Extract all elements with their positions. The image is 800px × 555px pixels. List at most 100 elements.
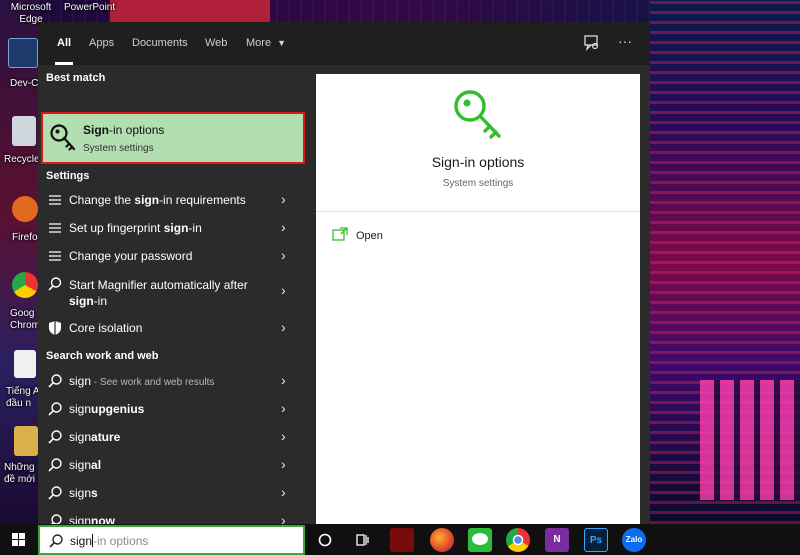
tab-all[interactable]: All (54, 22, 74, 65)
chevron-right-icon[interactable]: › (281, 428, 293, 444)
web-result-signature[interactable]: signature › (38, 423, 306, 451)
settings-item-pre: Change the (69, 193, 135, 207)
taskbar-search-box[interactable]: sign-in options (38, 525, 305, 555)
onenote-icon[interactable]: N (545, 528, 569, 552)
desktop-icon-chrome-label[interactable]: Goog Chrom (10, 308, 40, 332)
tab-web[interactable]: Web (205, 22, 227, 65)
search-icon (47, 373, 63, 389)
settings-item-pre: Core isolation (69, 321, 143, 335)
wallpaper-neon-windows (700, 380, 800, 500)
search-panel: All Apps Documents Web More ▼ ··· Best m… (38, 22, 650, 528)
feedback-icon[interactable] (583, 34, 601, 52)
file-icon[interactable] (14, 350, 36, 378)
web-result-normal: sign (69, 402, 92, 416)
recycle-bin-icon[interactable] (12, 116, 36, 146)
web-result-bold: al (91, 458, 102, 472)
magnifier-icon (47, 276, 63, 292)
chevron-right-icon[interactable]: › (281, 282, 293, 298)
devcpp-icon[interactable] (8, 38, 38, 68)
desktop-icon-devcpp-label[interactable]: Dev-C (10, 78, 38, 89)
cortana-icon[interactable] (313, 528, 337, 552)
app-red-icon[interactable] (390, 528, 414, 552)
line-icon[interactable] (468, 528, 492, 552)
settings-item-password[interactable]: Change your password › (38, 242, 306, 270)
chevron-right-icon[interactable]: › (281, 400, 293, 416)
settings-item-core-isolation[interactable]: Core isolation › (38, 314, 306, 342)
chevron-right-icon[interactable]: › (281, 456, 293, 472)
settings-item-post: -in requirements (159, 193, 246, 207)
tab-more[interactable]: More ▼ (246, 22, 286, 65)
chevron-right-icon[interactable]: › (281, 219, 293, 235)
desktop-icon-file-label[interactable]: Tiếng A đầu n (6, 386, 40, 410)
web-result-label: signupgenius (69, 402, 144, 416)
zalo-icon[interactable]: Zalo (622, 528, 646, 552)
preview-divider (316, 211, 640, 212)
search-tabs-bar: All Apps Documents Web More ▼ ··· (38, 22, 650, 65)
chevron-down-icon: ▼ (277, 38, 287, 48)
chevron-right-icon[interactable]: › (281, 484, 293, 500)
chevron-right-icon[interactable]: › (281, 319, 293, 335)
desktop-icon-powerpoint-label[interactable]: PowerPoint (64, 2, 115, 13)
desktop-icon-firefox-label[interactable]: Firefo (12, 232, 38, 243)
tab-documents[interactable]: Documents (132, 22, 188, 65)
wallpaper-top-strip (110, 0, 270, 22)
open-icon (332, 227, 348, 241)
settings-item-fingerprint[interactable]: Set up fingerprint sign-in › (38, 214, 306, 242)
photoshop-icon[interactable]: Ps (584, 528, 608, 552)
web-result-bold: ature (91, 430, 121, 444)
settings-item-post: -in (188, 221, 202, 235)
best-match-result[interactable]: Sign-in options System settings (41, 112, 305, 164)
firefox-icon[interactable] (430, 528, 454, 552)
search-query: sign (70, 534, 93, 548)
desktop-icon-recycle-label[interactable]: Recycle (4, 154, 40, 165)
preview-title: Sign-in options (431, 154, 525, 170)
settings-item-magnifier[interactable]: Start Magnifier automatically after sign-… (38, 270, 306, 312)
web-result-label: signs (69, 486, 98, 500)
settings-list-icon (47, 220, 63, 236)
web-result-normal: sign (69, 374, 92, 388)
search-icon (47, 457, 63, 473)
settings-list-icon (47, 192, 63, 208)
search-input[interactable]: sign-in options (70, 534, 148, 548)
settings-item-label: Change your password (69, 249, 192, 263)
search-icon (47, 401, 63, 417)
web-result-signal[interactable]: signal › (38, 451, 306, 479)
settings-item-label: Set up fingerprint sign-in (69, 221, 202, 235)
taskbar: sign-in options N Ps Zalo (0, 524, 800, 555)
search-icon (49, 534, 63, 548)
best-match-title-bold: Sign (83, 123, 109, 137)
settings-item-bold: sign (69, 294, 94, 308)
settings-item-bold: sign (163, 221, 189, 235)
web-result-signs[interactable]: signs › (38, 479, 306, 507)
chevron-right-icon[interactable]: › (281, 372, 293, 388)
key-icon (50, 124, 76, 151)
settings-item-pre: Change your password (69, 249, 193, 263)
web-result-signupgenius[interactable]: signupgenius › (38, 395, 306, 423)
web-result-bold: s (91, 486, 98, 500)
chevron-right-icon[interactable]: › (281, 247, 293, 263)
best-match-subtitle: System settings (83, 143, 154, 154)
task-view-icon[interactable] (350, 528, 374, 552)
start-button[interactable] (0, 524, 38, 555)
shield-icon (47, 320, 63, 336)
settings-item-change-signin[interactable]: Change the sign-in requirements › (38, 186, 306, 214)
more-options-icon[interactable]: ··· (616, 32, 634, 50)
best-match-heading: Best match (46, 72, 106, 84)
web-result-normal: sign (69, 430, 92, 444)
folder-icon[interactable] (14, 426, 38, 456)
search-icon (47, 485, 63, 501)
settings-item-bold: sign (134, 193, 160, 207)
results-list: Best match Sign-in options System settin… (38, 65, 306, 528)
chevron-right-icon[interactable]: › (281, 191, 293, 207)
web-result-sign[interactable]: sign - See work and web results › (38, 367, 306, 395)
desktop-icon-folder-label[interactable]: Những đề mới t (4, 462, 41, 486)
tab-apps[interactable]: Apps (89, 22, 114, 65)
chrome-icon[interactable] (506, 528, 530, 552)
web-result-normal: sign (69, 486, 92, 500)
firefox-icon[interactable] (12, 196, 38, 222)
web-result-bold: upgenius (91, 402, 145, 416)
preview-pane: Sign-in options System settings Open (316, 74, 640, 524)
open-action[interactable]: Open (332, 227, 452, 247)
search-web-heading: Search work and web (46, 350, 159, 362)
chrome-icon[interactable] (12, 272, 38, 298)
